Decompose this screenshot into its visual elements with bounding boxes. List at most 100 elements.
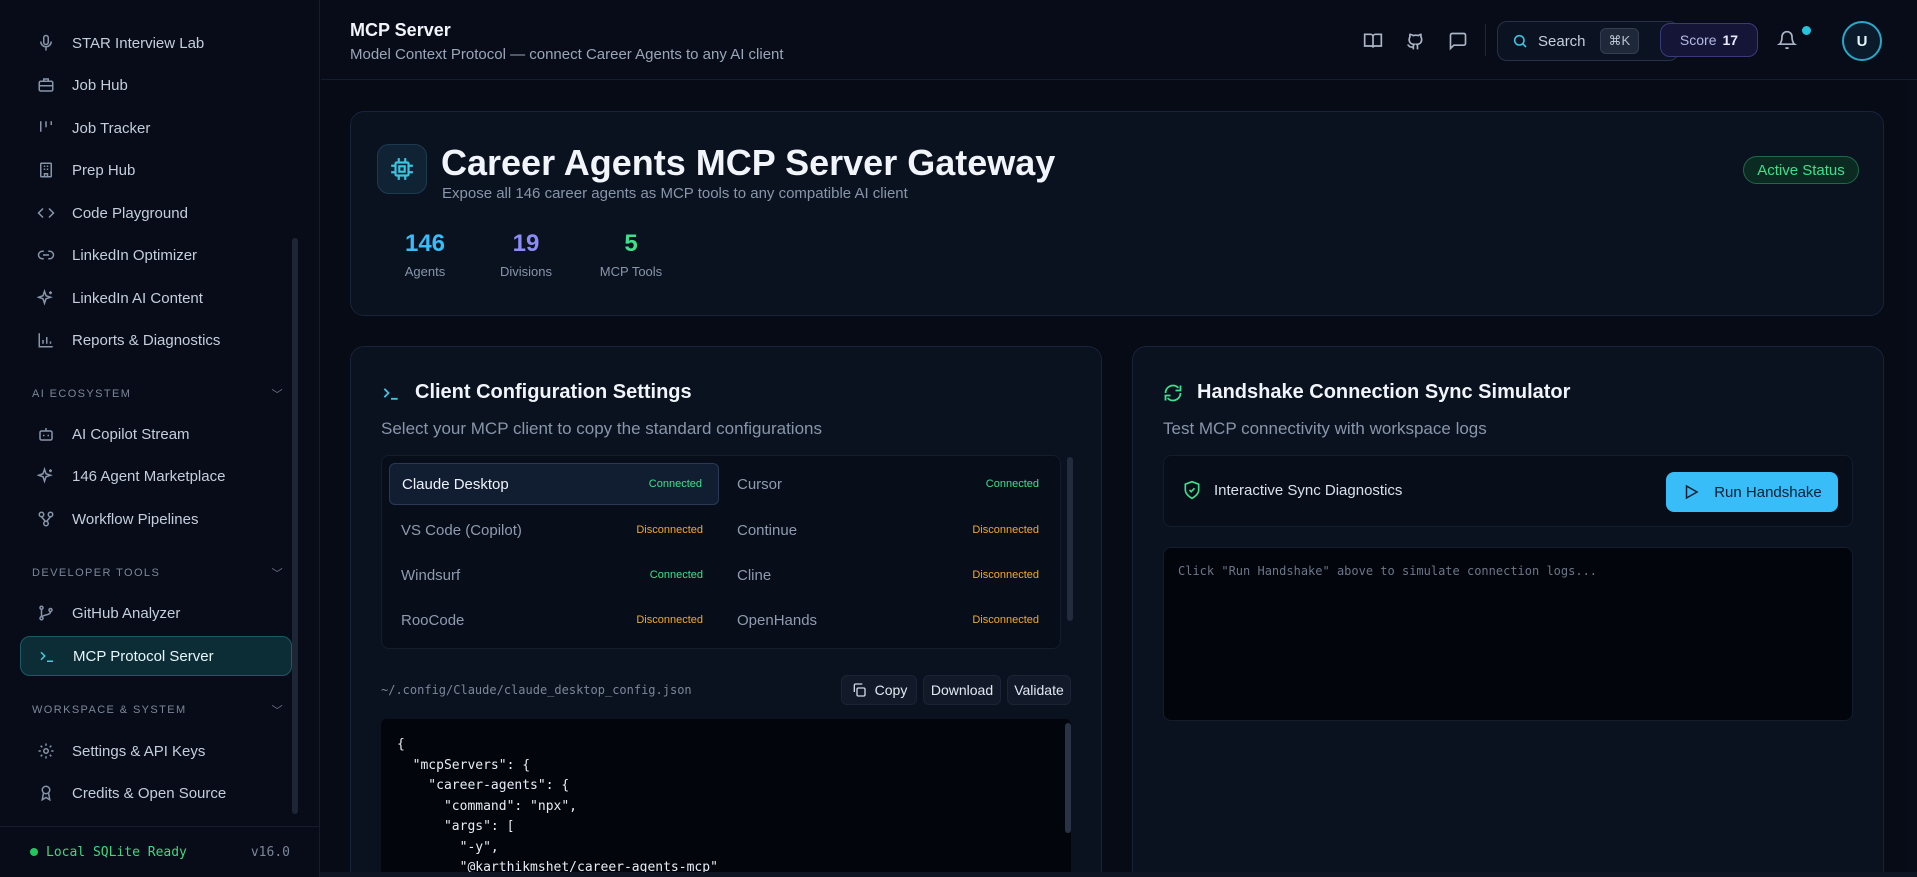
- sidebar-item-label: GitHub Analyzer: [72, 604, 181, 622]
- client-config-subtitle: Select your MCP client to copy the stand…: [381, 419, 822, 438]
- download-button[interactable]: Download: [923, 675, 1001, 705]
- sidebar-scrollbar[interactable]: [292, 238, 298, 814]
- main-scrollbar[interactable]: [1908, 80, 1917, 877]
- validate-button[interactable]: Validate: [1007, 675, 1071, 705]
- message-icon[interactable]: [1447, 30, 1469, 52]
- avatar[interactable]: U: [1842, 21, 1882, 61]
- app-version: v16.0: [250, 844, 290, 860]
- sidebar-item-star-interview-lab[interactable]: STAR Interview Lab: [20, 23, 292, 63]
- sidebar-section-label: WORKSPACE & SYSTEM: [32, 704, 187, 716]
- play-icon: [1685, 484, 1699, 500]
- sidebar-item-job-tracker[interactable]: Job Tracker: [20, 108, 292, 148]
- sidebar-item-mcp-protocol-server[interactable]: MCP Protocol Server: [20, 636, 292, 676]
- client-list: Claude Desktop Connected Cursor Connecte…: [381, 455, 1061, 649]
- client-option-windsurf[interactable]: Windsurf Connected: [389, 554, 719, 596]
- sidebar-item-linkedin-optimizer[interactable]: LinkedIn Optimizer: [20, 235, 292, 275]
- sidebar-item-agent-marketplace[interactable]: 146 Agent Marketplace: [20, 456, 292, 496]
- client-status: Connected: [985, 478, 1039, 490]
- sidebar-item-prep-hub[interactable]: Prep Hub: [20, 150, 292, 190]
- top-header: MCP Server Model Context Protocol — conn…: [321, 0, 1917, 80]
- validate-label: Validate: [1014, 682, 1064, 698]
- sync-diagnostics-label: Interactive Sync Diagnostics: [1182, 480, 1402, 500]
- copy-icon: [853, 683, 866, 697]
- page-title: MCP Server: [350, 20, 451, 40]
- search-button[interactable]: Search ⌘K: [1497, 21, 1679, 61]
- chevron-down-icon: ﹀: [271, 568, 284, 580]
- docs-book-icon[interactable]: [1362, 30, 1384, 52]
- building-icon: [36, 160, 56, 180]
- status-dot-icon: [30, 848, 38, 856]
- bot-icon: [36, 424, 56, 444]
- copy-button[interactable]: Copy: [841, 675, 917, 705]
- code-icon: [36, 203, 56, 223]
- sidebar-item-label: 146 Agent Marketplace: [72, 467, 226, 485]
- cpu-chip-icon: [377, 144, 427, 194]
- card-title-label: Handshake Connection Sync Simulator: [1197, 381, 1571, 403]
- sidebar-item-label: Credits & Open Source: [72, 784, 227, 802]
- run-handshake-button[interactable]: Run Handshake: [1666, 472, 1838, 512]
- search-label: Search: [1538, 32, 1586, 50]
- sidebar-section-ai-ecosystem[interactable]: AI ECOSYSTEM ﹀: [32, 386, 284, 402]
- sidebar-item-label: Job Hub: [72, 76, 128, 94]
- gateway-subtitle: Expose all 146 career agents as MCP tool…: [442, 185, 908, 202]
- github-icon[interactable]: [1404, 30, 1426, 52]
- client-status: Disconnected: [636, 524, 703, 536]
- handshake-title: Handshake Connection Sync Simulator: [1163, 381, 1570, 404]
- sidebar-item-code-playground[interactable]: Code Playground: [20, 193, 292, 233]
- code-scrollbar[interactable]: [1065, 723, 1071, 833]
- sidebar-item-ai-copilot-stream[interactable]: AI Copilot Stream: [20, 414, 292, 454]
- client-name: Cline: [737, 566, 772, 584]
- client-option-continue[interactable]: Continue Disconnected: [725, 509, 1055, 551]
- sidebar-item-job-hub[interactable]: Job Hub: [20, 65, 292, 105]
- connection-logs: Click "Run Handshake" above to simulate …: [1163, 547, 1853, 721]
- shield-check-icon: [1184, 480, 1200, 500]
- client-name: VS Code (Copilot): [401, 521, 522, 539]
- header-divider: [1485, 24, 1486, 56]
- mcp-gateway-card: Career Agents MCP Server Gateway Expose …: [350, 111, 1884, 316]
- sidebar-item-github-analyzer[interactable]: GitHub Analyzer: [20, 593, 292, 633]
- client-status: Disconnected: [972, 614, 1039, 626]
- notification-bell-icon[interactable]: [1776, 30, 1799, 52]
- sidebar-section-label: AI ECOSYSTEM: [32, 388, 132, 400]
- client-option-openhands[interactable]: OpenHands Disconnected: [725, 599, 1055, 641]
- client-status: Connected: [648, 478, 702, 490]
- card-title-label: Client Configuration Settings: [415, 381, 692, 403]
- mic-icon: [36, 33, 56, 53]
- terminal-icon: [381, 382, 403, 404]
- sidebar-item-label: STAR Interview Lab: [72, 34, 205, 52]
- client-option-cursor[interactable]: Cursor Connected: [725, 463, 1055, 505]
- download-label: Download: [930, 682, 994, 698]
- client-config-title: Client Configuration Settings: [381, 381, 692, 404]
- client-option-claude-desktop[interactable]: Claude Desktop Connected: [389, 463, 719, 505]
- status-badge: Active Status: [1743, 156, 1859, 184]
- sidebar-item-settings-api-keys[interactable]: Settings & API Keys: [20, 731, 292, 771]
- sidebar: STAR Interview Lab Job Hub Job Tracker P…: [0, 0, 320, 877]
- sidebar-item-workflow-pipelines[interactable]: Workflow Pipelines: [20, 499, 292, 539]
- client-list-scrollbar[interactable]: [1067, 457, 1073, 621]
- sparkles-icon: [36, 466, 56, 486]
- client-option-cline[interactable]: Cline Disconnected: [725, 554, 1055, 596]
- sidebar-item-linkedin-ai-content[interactable]: LinkedIn AI Content: [20, 278, 292, 318]
- kanban-icon: [36, 118, 56, 138]
- client-option-roocode[interactable]: RooCode Disconnected: [389, 599, 719, 641]
- terminal-icon: [37, 646, 57, 666]
- award-icon: [36, 783, 56, 803]
- sidebar-section-developer-tools[interactable]: DEVELOPER TOOLS ﹀: [32, 565, 284, 581]
- sidebar-item-reports-diagnostics[interactable]: Reports & Diagnostics: [20, 320, 292, 360]
- horizontal-scrollbar[interactable]: [320, 872, 1917, 877]
- client-name: Claude Desktop: [402, 475, 509, 493]
- client-name: Windsurf: [401, 566, 461, 584]
- stat-mcp-tools: 5 MCP Tools: [597, 230, 665, 279]
- sidebar-section-workspace-system[interactable]: WORKSPACE & SYSTEM ﹀: [32, 702, 284, 718]
- refresh-icon: [1163, 382, 1185, 404]
- sidebar-item-label: LinkedIn Optimizer: [72, 246, 198, 264]
- gateway-title: Career Agents MCP Server Gateway: [441, 142, 1056, 183]
- page-subtitle: Model Context Protocol — connect Career …: [350, 46, 784, 63]
- db-status: Local SQLite Ready: [30, 845, 187, 860]
- client-status: Connected: [649, 569, 703, 581]
- sidebar-item-credits-open-source[interactable]: Credits & Open Source: [20, 773, 292, 813]
- score-badge[interactable]: Score 17: [1660, 23, 1758, 57]
- client-option-vscode-copilot[interactable]: VS Code (Copilot) Disconnected: [389, 509, 719, 551]
- config-json-code[interactable]: { "mcpServers": { "career-agents": { "co…: [381, 719, 1071, 877]
- score-label: Score: [1679, 32, 1717, 48]
